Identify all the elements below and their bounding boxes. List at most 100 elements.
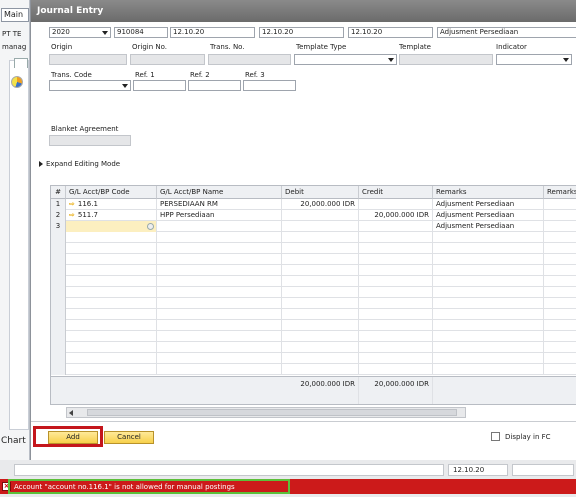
- total-credit-fc: [359, 390, 433, 404]
- year-select[interactable]: 2020: [49, 27, 111, 38]
- empty-cell: [66, 298, 157, 309]
- remarks-cell[interactable]: Adjusment Persediaan: [433, 199, 544, 210]
- empty-cell: [544, 309, 576, 320]
- add-button[interactable]: Add: [48, 431, 98, 444]
- indicator-label: Indicator: [496, 43, 527, 51]
- table-row[interactable]: 1 ⇨ 116.1 PERSEDIAAN RM 20,000.000 IDR Ad…: [51, 199, 576, 210]
- total-debit: 20,000.000 IDR: [282, 377, 359, 391]
- empty-cell: [359, 364, 433, 375]
- gl-name-cell[interactable]: [157, 221, 282, 232]
- gl-code-cell[interactable]: ⇨ 511.7: [66, 210, 157, 221]
- empty-table-row: [51, 342, 576, 353]
- credit-cell[interactable]: [359, 221, 433, 232]
- remarks-2-cell[interactable]: [544, 199, 576, 210]
- chevron-down-icon[interactable]: [122, 84, 128, 88]
- empty-cell: [544, 342, 576, 353]
- choose-from-list-icon[interactable]: [147, 223, 154, 230]
- gl-name-cell[interactable]: PERSEDIAAN RM: [157, 199, 282, 210]
- link-arrow-icon[interactable]: ⇨: [69, 210, 75, 221]
- empty-cell: [544, 287, 576, 298]
- empty-cell: [433, 331, 544, 342]
- empty-cell: [359, 276, 433, 287]
- expand-editing-toggle[interactable]: Expand Editing Mode: [39, 160, 120, 168]
- empty-cell: [544, 331, 576, 342]
- chevron-down-icon[interactable]: [388, 58, 394, 62]
- due-date-field[interactable]: 12.10.20: [259, 27, 344, 38]
- template-type-select[interactable]: [294, 54, 397, 65]
- indicator-select[interactable]: [496, 54, 572, 65]
- ref3-field[interactable]: [243, 80, 296, 91]
- display-fc-checkbox[interactable]: [491, 432, 500, 441]
- empty-table-row: [51, 364, 576, 375]
- table-row[interactable]: 3 Adjusment Persediaan: [51, 221, 576, 232]
- credit-cell[interactable]: 20,000.000 IDR: [359, 210, 433, 221]
- scroll-left-icon[interactable]: [69, 410, 73, 416]
- header-remarks-field[interactable]: Adjusment Persediaan: [437, 27, 576, 38]
- debit-cell[interactable]: [282, 221, 359, 232]
- remarks-2-cell[interactable]: [544, 221, 576, 232]
- empty-cell: [157, 342, 282, 353]
- empty-cell: [66, 320, 157, 331]
- cancel-button[interactable]: Cancel: [104, 431, 154, 444]
- empty-cell: [433, 254, 544, 265]
- table-row[interactable]: 2 ⇨ 511.7 HPP Persediaan 20,000.000 IDR A…: [51, 210, 576, 221]
- remarks-cell[interactable]: Adjusment Persediaan: [433, 210, 544, 221]
- scrollbar-thumb[interactable]: [87, 409, 457, 416]
- gl-name-cell[interactable]: HPP Persediaan: [157, 210, 282, 221]
- menu-subtab[interactable]: [14, 58, 28, 68]
- window-title[interactable]: Journal Entry: [31, 0, 576, 22]
- gl-code-cell[interactable]: ⇨ 116.1: [66, 199, 157, 210]
- doc-number-field[interactable]: 910084: [114, 27, 168, 38]
- ref2-field[interactable]: [188, 80, 241, 91]
- pie-chart-icon[interactable]: [11, 76, 23, 88]
- empty-table-row: [51, 243, 576, 254]
- link-arrow-icon[interactable]: ⇨: [69, 199, 75, 210]
- column-header-name[interactable]: G/L Acct/BP Name: [157, 186, 282, 199]
- remarks-2-cell[interactable]: [544, 210, 576, 221]
- empty-cell: [282, 254, 359, 265]
- empty-cell: [282, 298, 359, 309]
- document-date-field[interactable]: 12.10.20: [348, 27, 433, 38]
- trans-no-label: Trans. No.: [210, 43, 245, 51]
- credit-cell[interactable]: [359, 199, 433, 210]
- column-header-number[interactable]: #: [51, 186, 66, 199]
- chart-label: Chart: [1, 436, 26, 446]
- debit-cell[interactable]: [282, 210, 359, 221]
- empty-table-row: [51, 309, 576, 320]
- ref1-field[interactable]: [133, 80, 186, 91]
- empty-cell: [433, 353, 544, 364]
- empty-cell: [66, 364, 157, 375]
- trans-code-select[interactable]: [49, 80, 131, 91]
- posting-date-field[interactable]: 12.10.20: [170, 27, 255, 38]
- empty-cell: [51, 342, 66, 353]
- ref1-label: Ref. 1: [135, 71, 155, 79]
- column-header-code[interactable]: G/L Acct/BP Code: [66, 186, 157, 199]
- column-header-debit[interactable]: Debit: [282, 186, 359, 199]
- journal-lines-table[interactable]: # G/L Acct/BP Code G/L Acct/BP Name Debi…: [50, 185, 576, 405]
- empty-cell: [544, 276, 576, 287]
- column-header-credit[interactable]: Credit: [359, 186, 433, 199]
- empty-cell: [157, 298, 282, 309]
- expand-editing-label: Expand Editing Mode: [46, 160, 121, 168]
- empty-cell: [544, 298, 576, 309]
- year-value: 2020: [52, 28, 70, 36]
- empty-cell: [282, 331, 359, 342]
- row-number: 2: [51, 210, 66, 221]
- empty-cell: [282, 353, 359, 364]
- horizontal-scrollbar[interactable]: [66, 407, 466, 418]
- empty-cell: [433, 364, 544, 375]
- debit-cell[interactable]: 20,000.000 IDR: [282, 199, 359, 210]
- empty-cell: [282, 232, 359, 243]
- main-menu-tab[interactable]: Main: [1, 8, 29, 22]
- empty-cell: [66, 254, 157, 265]
- remarks-cell[interactable]: Adjusment Persediaan: [433, 221, 544, 232]
- column-header-remarks[interactable]: Remarks: [433, 186, 544, 199]
- empty-cell: [359, 254, 433, 265]
- empty-cell: [66, 331, 157, 342]
- gl-code-cell-active[interactable]: [66, 221, 157, 232]
- totals-row-2: [51, 390, 576, 404]
- chevron-down-icon[interactable]: [563, 58, 569, 62]
- ref3-label: Ref. 3: [245, 71, 265, 79]
- column-header-remarks-2[interactable]: Remarks: [544, 186, 576, 199]
- chevron-down-icon[interactable]: [102, 31, 108, 35]
